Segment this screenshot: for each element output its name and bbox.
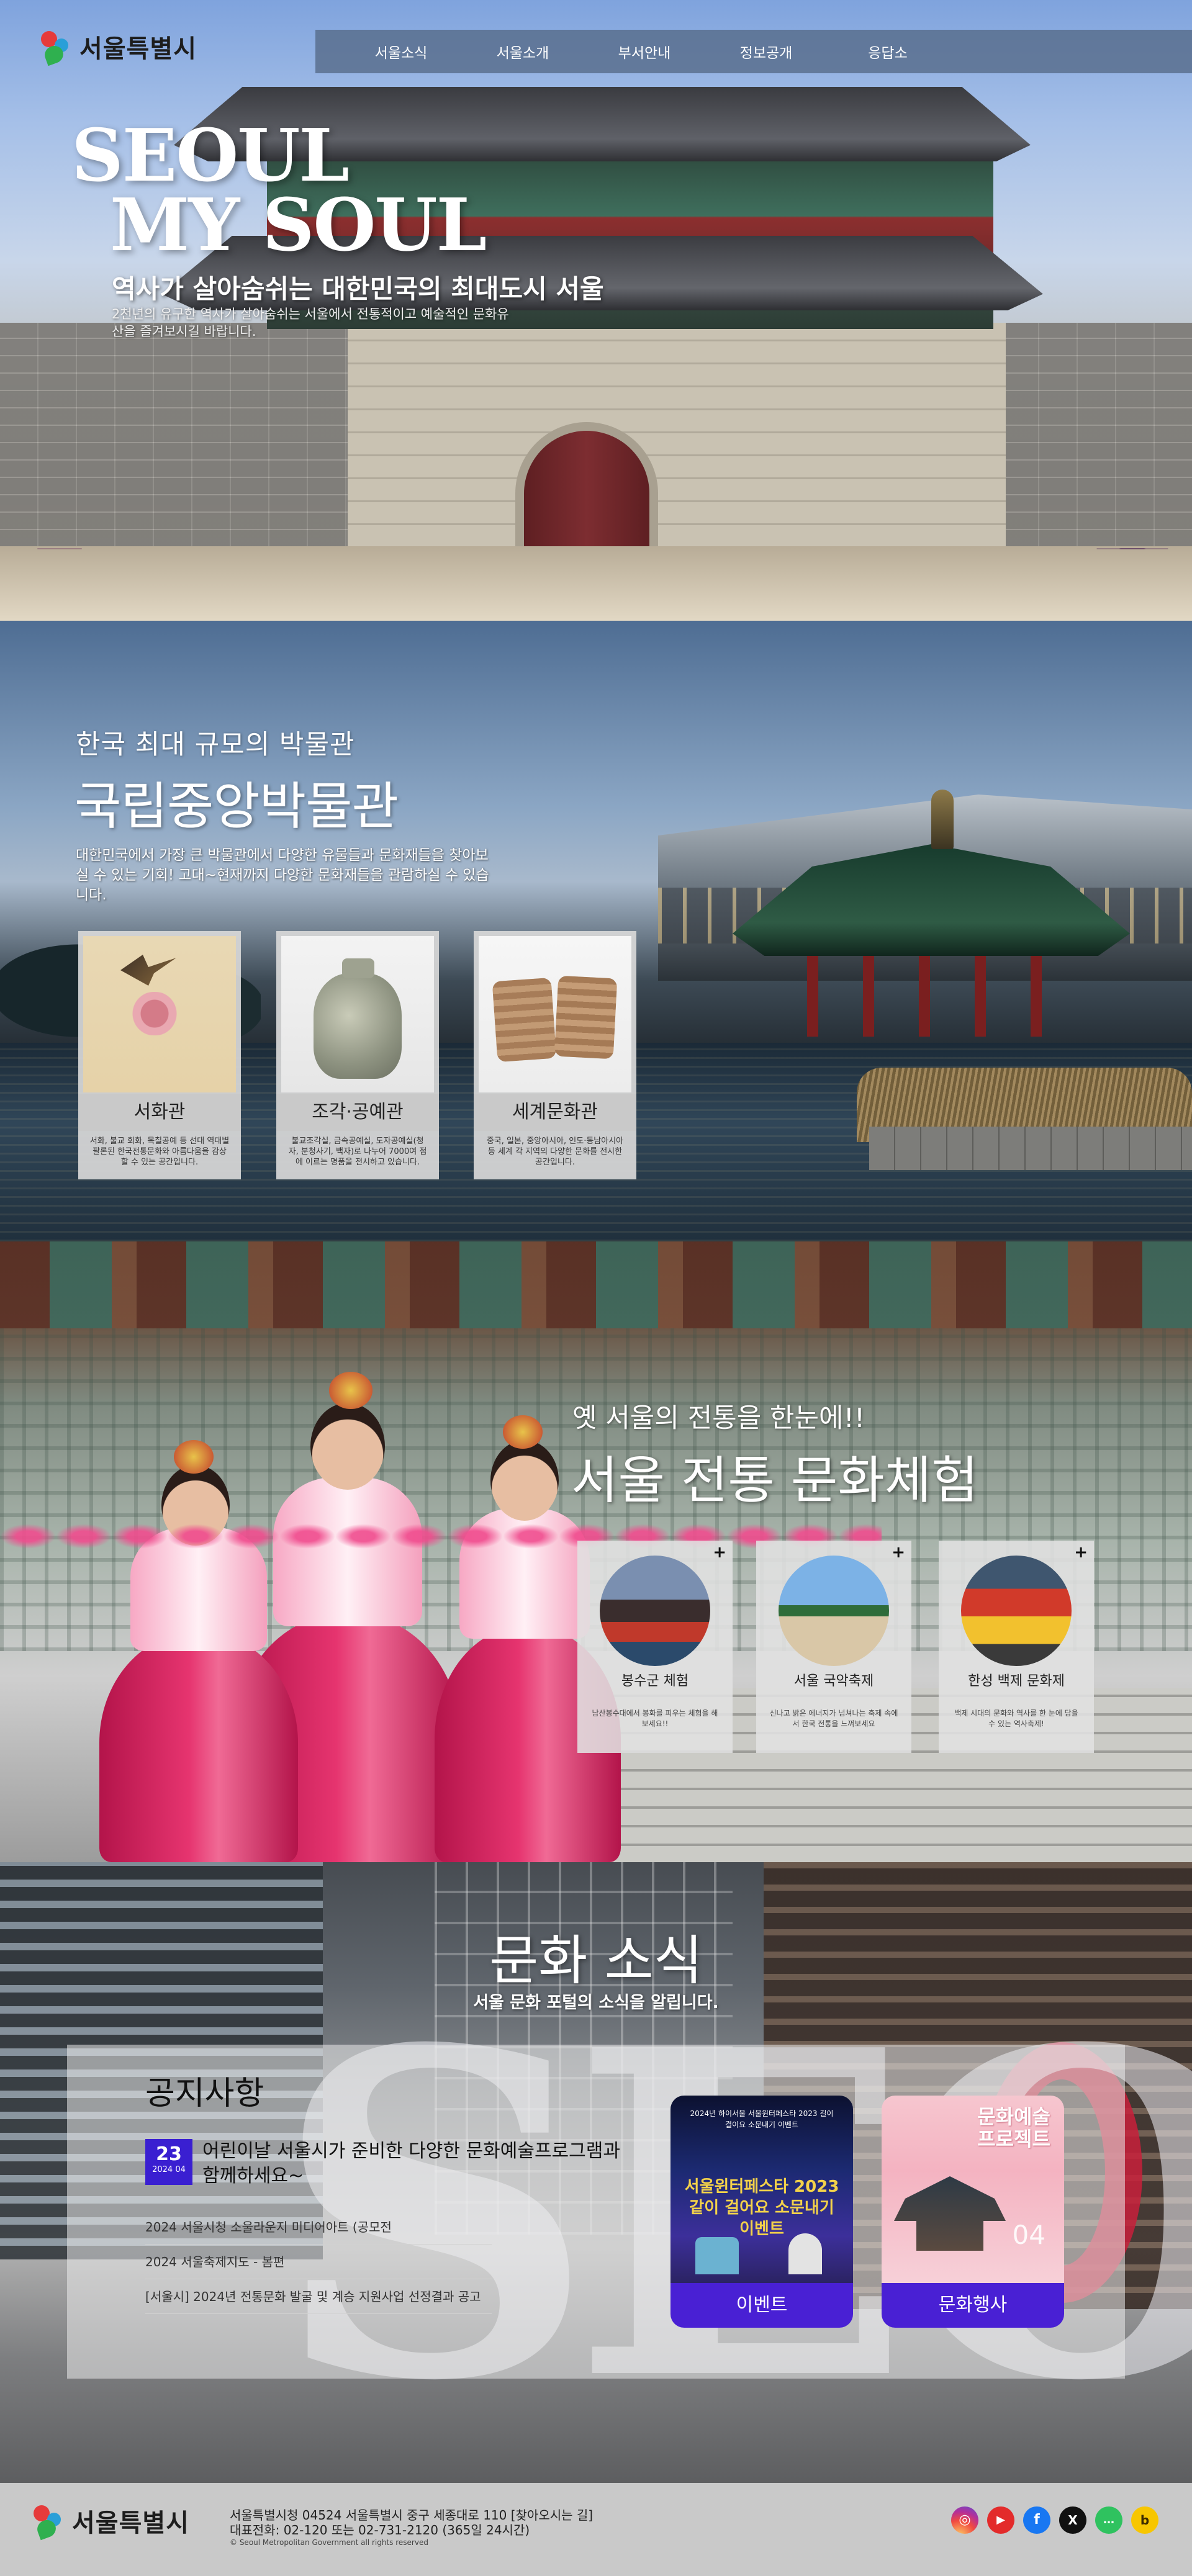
traditional-kicker: 옛 서울의 전통을 한눈에!! [572, 1403, 865, 1434]
museum-card-calligraphy[interactable]: 서화관 서화, 불교 회화, 목칠공예 등 선대 역대별 팔론된 한국전통문화와… [78, 931, 241, 1179]
seoul-logo-icon [31, 2503, 67, 2541]
notice-heading: 공지사항 [145, 2075, 264, 2112]
palace-beams-image [0, 1241, 1192, 1328]
plus-icon[interactable]: + [713, 1543, 726, 1562]
gugak-photo [779, 1556, 889, 1666]
featured-notice-text: 어린이날 서울시가 준비한 다양한 문화예술프로그램과 함께하세요~ [202, 2140, 620, 2187]
footer-info: 서울특별시청 04524 서울특별시 중구 세종대로 110 [찾아오시는 길]… [230, 2508, 593, 2547]
museum-card-title: 세계문화관 [474, 1094, 636, 1131]
event-poster-caption: 2024년 하이서울 서울윈터페스타 2023 길이 결이요 소문내기 이벤트 [690, 2109, 834, 2129]
culture-card-desc: 남산봉수대에서 봉화를 피우는 체험을 해보세요!! [592, 1709, 718, 1728]
traditional-title: 서울 전통 문화체험 [571, 1451, 978, 1510]
museum-card-title: 조각·공예관 [276, 1094, 439, 1131]
culture-card-bongsu[interactable]: + 봉수군 체험 남산봉수대에서 봉화를 피우는 체험을 해보세요!! [577, 1541, 733, 1753]
notice-item[interactable]: 2024 서울시청 소울라운지 미디어아트 (공모전 [145, 2210, 492, 2245]
talk-icon[interactable]: … [1095, 2506, 1122, 2534]
museum-description: 대한민국에서 가장 큰 박물관에서 다양한 유물들과 문화재들을 찾아보실 수 … [76, 847, 489, 903]
x-icon[interactable]: X [1059, 2506, 1086, 2534]
date-badge: 23 2024 04 [145, 2139, 192, 2185]
logo-text: 서울특별시 [79, 35, 197, 63]
notice-list: 2024 서울시청 소울라운지 미디어아트 (공모전 2024 서울축제지도 -… [145, 2210, 492, 2314]
museum-card-desc: 중국, 일본, 중앙아시아, 인도·동남아시아 등 세계 각 지역의 다양한 문… [486, 1137, 624, 1167]
notice-item[interactable]: [서울시] 2024년 전통문화 발굴 및 계승 지원사업 선정결과 공고 [145, 2279, 492, 2314]
culture-card-title: 한성 백제 문화제 [968, 1673, 1065, 1689]
event-poster-image: 2024년 하이서울 서울윈터페스타 2023 길이 결이요 소문내기 이벤트 … [670, 2096, 853, 2283]
nav-item-about-seoul[interactable]: 서울소개 [462, 41, 584, 62]
museum-card-sculpture-craft[interactable]: 조각·공예관 불교조각실, 금속공예실, 도자공예실(청자, 분청사기, 백자)… [276, 931, 439, 1179]
hero-title-line1: SEOUL [71, 114, 350, 198]
top-navigation: 서울소식 서울소개 부서안내 정보공개 응답소 [315, 30, 1192, 73]
culture-card-desc: 백제 시대의 문화와 역사를 한 눈에 담을 수 있는 역사축제! [954, 1709, 1078, 1728]
seoul-logo-icon [38, 29, 74, 66]
social-links: ◎ ▶ f X … b [951, 2506, 1158, 2534]
culture-event-card-label: 문화행사 [882, 2283, 1064, 2328]
facebook-icon[interactable]: f [1023, 2506, 1050, 2534]
date-day: 23 [156, 2143, 182, 2165]
museum-card-world-culture[interactable]: 세계문화관 중국, 일본, 중앙아시아, 인도·동남아시아 등 세계 각 지역의… [474, 931, 636, 1179]
youtube-icon[interactable]: ▶ [987, 2506, 1014, 2534]
culture-poster-number: 04 [1012, 2220, 1045, 2250]
notice-item[interactable]: 2024 서울축제지도 - 봄편 [145, 2245, 492, 2279]
guard-photo [600, 1556, 710, 1666]
culture-poster-title: 문화예술 프로젝트 [977, 2105, 1050, 2151]
baekje-photo [961, 1556, 1072, 1666]
plus-icon[interactable]: + [1074, 1543, 1088, 1562]
culture-card-title: 서울 국악축제 [793, 1673, 874, 1689]
gate-base-image [348, 323, 1006, 546]
nav-item-departments[interactable]: 부서안내 [584, 41, 705, 62]
news-title: 문화 소식 [489, 1930, 703, 1992]
culture-event-card[interactable]: 문화예술 프로젝트 04 문화행사 [882, 2096, 1064, 2328]
tablet-image [479, 936, 631, 1092]
news-subtitle: 서울 문화 포털의 소식을 알립니다. [473, 1993, 719, 2012]
pavilion-columns-image [807, 950, 1080, 1037]
story-icon[interactable]: b [1131, 2506, 1158, 2534]
featured-notice[interactable]: 23 2024 04 어린이날 서울시가 준비한 다양한 문화예술프로그램과 함… [145, 2139, 637, 2189]
footer-address: 서울특별시청 04524 서울특별시 중구 세종대로 110 [찾아오시는 길] [230, 2508, 594, 2523]
nav-item-seoul-news[interactable]: 서울소식 [340, 41, 462, 62]
event-card[interactable]: 2024년 하이서울 서울윈터페스타 2023 길이 결이요 소문내기 이벤트 … [670, 2096, 853, 2328]
hero-subtitle: 역사가 살아숨쉬는 대한민국의 최대도시 서울 [112, 274, 604, 304]
culture-card-desc: 신나고 밝은 에너지가 넘쳐나는 축제 속에서 한국 전통을 느껴보세요 [769, 1709, 898, 1728]
museum-card-title: 서화관 [78, 1094, 241, 1131]
museum-title: 국립중앙박물관 [74, 777, 399, 836]
shrubs-image [0, 534, 1192, 559]
painting-image [83, 936, 236, 1092]
pink-feathers-image [0, 1524, 882, 1549]
museum-card-desc: 서화, 불교 회화, 목칠공예 등 선대 역대별 팔론된 한국전통문화와 아름다… [89, 1137, 230, 1167]
hero-description: 2천년의 유구한 역사가 살아숨쉬는 서울에서 전통적이고 예술적인 문화유산을… [112, 307, 509, 339]
culture-card-baekje[interactable]: + 한성 백제 문화제 백제 시대의 문화와 역사를 한 눈에 담을 수 있는 … [939, 1541, 1094, 1753]
culture-card-title: 봉수군 체험 [621, 1673, 689, 1689]
date-year-month: 2024 04 [152, 2165, 186, 2174]
footer-copyright: © Seoul Metropolitan Government all righ… [230, 2538, 428, 2547]
hero-title-line2: MY SOUL [110, 183, 487, 268]
culture-card-gugak[interactable]: + 서울 국악축제 신나고 밝은 에너지가 넘쳐나는 축제 속에서 한국 전통을… [756, 1541, 911, 1753]
event-poster-headline: 서울윈터페스타 2023 같이 걸어요 소문내기 이벤트 [684, 2177, 839, 2238]
museum-kicker: 한국 최대 규모의 박물관 [76, 729, 355, 760]
header-logo[interactable]: 서울특별시 [38, 29, 197, 66]
vase-image [281, 936, 434, 1092]
hero-title: SEOUL MY SOUL [71, 114, 487, 268]
plus-icon[interactable]: + [892, 1543, 905, 1562]
culture-poster-image: 문화예술 프로젝트 04 [882, 2096, 1064, 2283]
stone-edge-image [869, 1127, 1192, 1170]
nav-item-eungdapso[interactable]: 응답소 [827, 41, 949, 62]
footer-logo[interactable]: 서울특별시 [31, 2503, 189, 2541]
instagram-icon[interactable]: ◎ [951, 2506, 978, 2534]
pavilion-finial-image [931, 790, 954, 849]
event-card-label: 이벤트 [670, 2283, 853, 2328]
footer-phone: 대표전화: 02-120 또는 02-731-2120 (365일 24시간) [230, 2523, 530, 2538]
dancer-image [99, 1428, 298, 1862]
nav-item-public-info[interactable]: 정보공개 [705, 41, 827, 62]
museum-card-desc: 불교조각실, 금속공예실, 도자공예실(청자, 분청사기, 백자)로 나누어 7… [288, 1137, 427, 1167]
footer-logo-text: 서울특별시 [72, 2509, 189, 2538]
